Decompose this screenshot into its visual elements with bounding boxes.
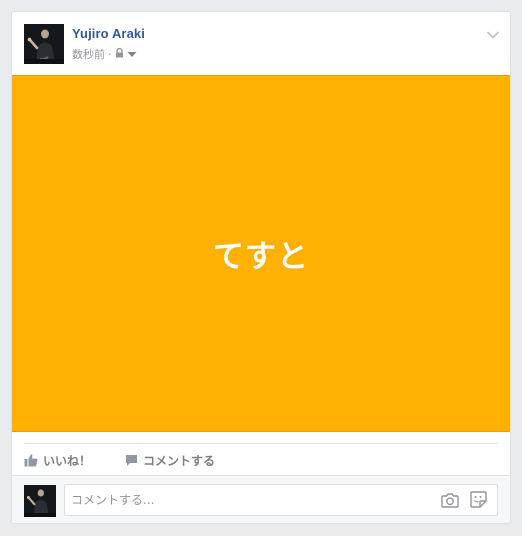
thumbs-up-icon bbox=[24, 453, 38, 467]
author-photo bbox=[24, 24, 64, 64]
camera-icon[interactable] bbox=[441, 492, 459, 508]
like-button-label: いいね！ bbox=[43, 453, 92, 468]
viewer-avatar[interactable] bbox=[24, 485, 56, 517]
post-header: Yujiro Araki 数秒前 · bbox=[12, 12, 510, 75]
meta-separator: · bbox=[108, 47, 112, 61]
post-card: Yujiro Araki 数秒前 · てすと いいね！ コメントする コメントす… bbox=[11, 11, 511, 524]
chevron-down-icon[interactable] bbox=[486, 25, 500, 39]
comment-composer bbox=[12, 475, 510, 523]
author-name-link[interactable]: Yujiro Araki bbox=[72, 26, 145, 41]
viewer-photo bbox=[24, 485, 56, 517]
privacy-selector-caret-icon[interactable] bbox=[127, 48, 137, 61]
speech-bubble-icon bbox=[125, 454, 138, 467]
comment-button[interactable]: コメントする bbox=[125, 452, 215, 469]
post-text-background[interactable]: てすと bbox=[12, 75, 510, 432]
post-actions: いいね！ コメントする bbox=[24, 450, 215, 470]
comment-button-label: コメントする bbox=[143, 453, 216, 468]
comment-input-box bbox=[64, 484, 498, 516]
lock-icon bbox=[115, 47, 124, 61]
actions-divider bbox=[24, 443, 498, 444]
post-meta: 数秒前 · bbox=[72, 46, 137, 62]
author-avatar[interactable] bbox=[24, 24, 64, 64]
post-timestamp[interactable]: 数秒前 bbox=[72, 46, 105, 62]
post-text: てすと bbox=[213, 239, 309, 275]
comment-input[interactable] bbox=[71, 485, 431, 515]
like-button[interactable]: いいね！ bbox=[24, 452, 91, 469]
sticker-icon[interactable] bbox=[470, 491, 487, 508]
